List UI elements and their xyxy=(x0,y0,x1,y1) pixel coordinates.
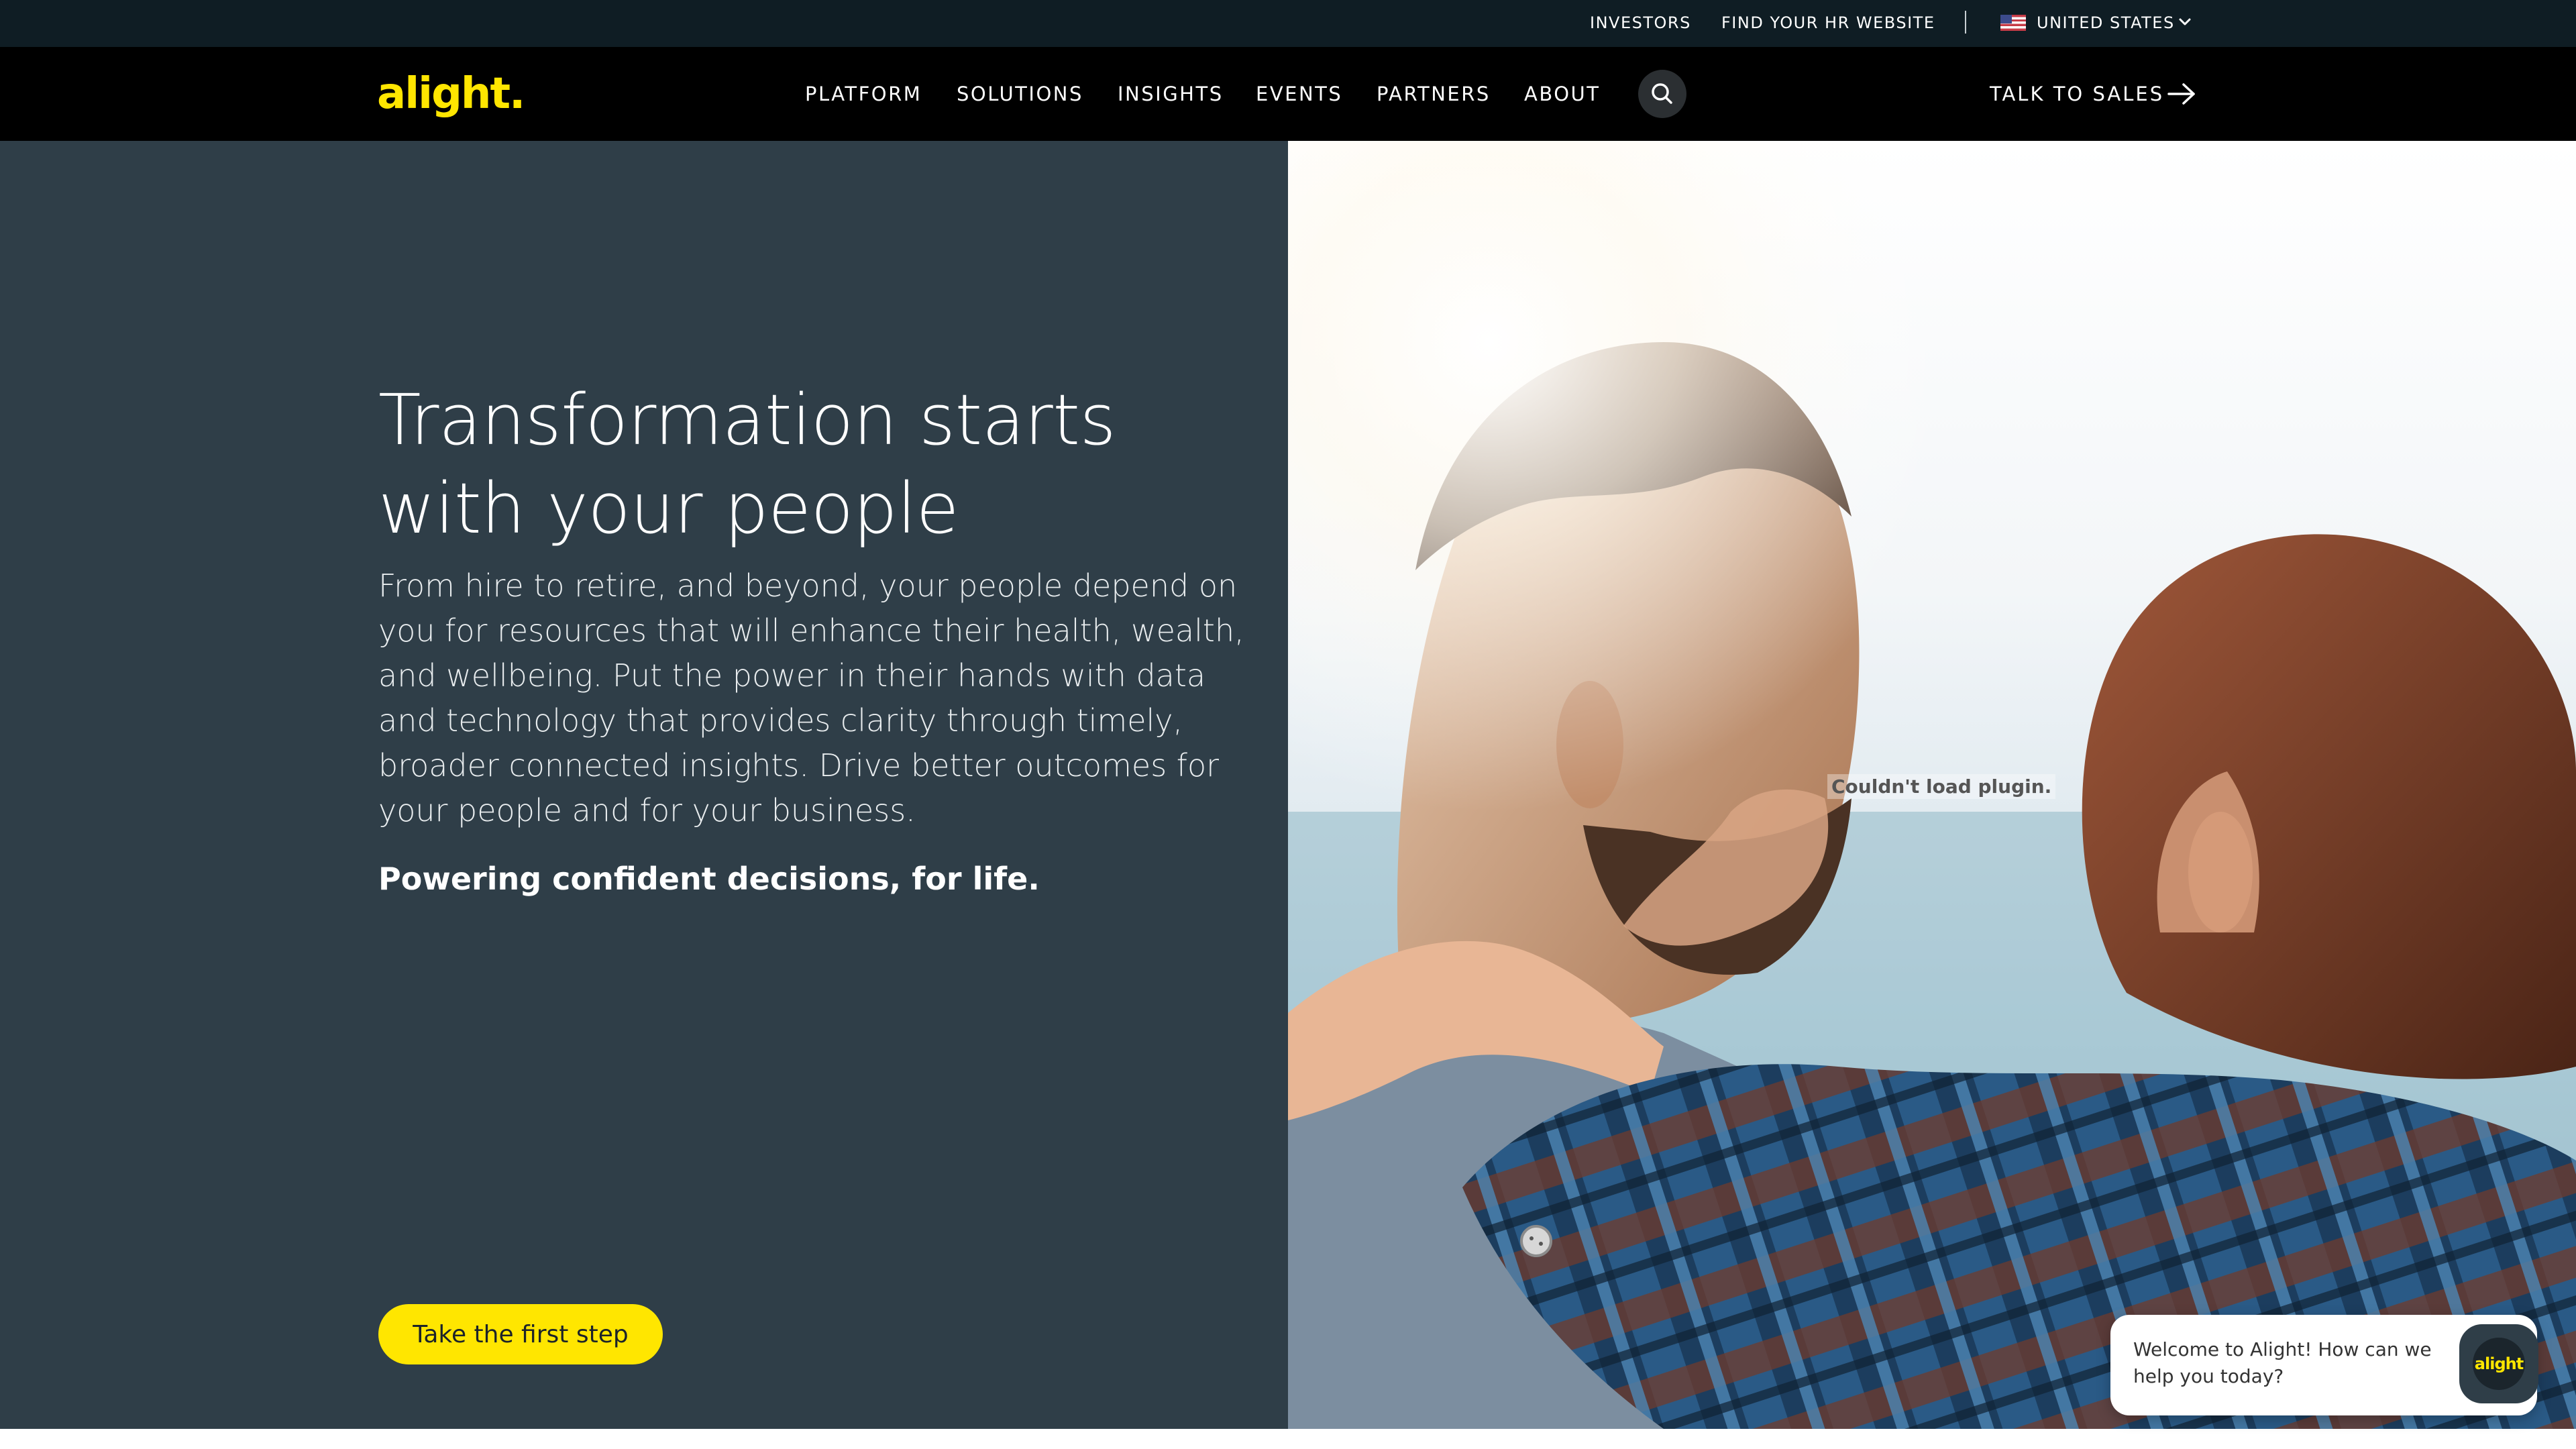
hero-title-line-1: Transformation starts xyxy=(378,379,1116,461)
utility-separator xyxy=(1965,11,1966,34)
chat-launcher-button[interactable]: alight xyxy=(2459,1324,2538,1403)
chevron-down-icon[interactable] xyxy=(2176,13,2194,31)
logo-text: alight. xyxy=(377,69,525,119)
find-hr-website-link[interactable]: FIND YOUR HR WEBSITE xyxy=(1721,12,1935,34)
chat-avatar-logo: alight xyxy=(2473,1338,2525,1390)
nav-item-solutions[interactable]: SOLUTIONS xyxy=(957,80,1083,107)
nav-item-events[interactable]: EVENTS xyxy=(1256,80,1342,107)
hero-body-text: From hire to retire, and beyond, your pe… xyxy=(378,568,1244,828)
hero-title-line-2: with your people xyxy=(378,468,959,549)
investors-link[interactable]: INVESTORS xyxy=(1590,12,1691,34)
hero-title: Transformation starts with your people xyxy=(378,376,1210,553)
main-nav: alight. PLATFORM SOLUTIONS INSIGHTS EVEN… xyxy=(0,47,2576,141)
take-first-step-button[interactable]: Take the first step xyxy=(378,1304,663,1364)
nav-item-partners[interactable]: PARTNERS xyxy=(1377,80,1491,107)
country-selector[interactable]: UNITED STATES xyxy=(2037,12,2175,34)
hero-tagline: Powering confident decisions, for life. xyxy=(378,861,1040,897)
arrow-right-icon[interactable] xyxy=(2167,79,2198,109)
chat-widget[interactable]: Welcome to Alight! How can we help you t… xyxy=(2110,1315,2538,1415)
nav-item-platform[interactable]: PLATFORM xyxy=(805,80,922,107)
nav-item-about[interactable]: ABOUT xyxy=(1524,80,1601,107)
hero-image: Couldn't load plugin. xyxy=(1288,141,2576,1429)
us-flag-icon xyxy=(2000,15,2026,31)
alight-logo[interactable]: alight. xyxy=(377,67,525,121)
nav-item-insights[interactable]: INSIGHTS xyxy=(1118,80,1224,107)
search-button[interactable] xyxy=(1638,70,1686,118)
search-icon xyxy=(1652,83,1672,104)
chat-greeting: Welcome to Alight! How can we help you t… xyxy=(2133,1338,2432,1387)
talk-to-sales-link[interactable]: TALK TO SALES xyxy=(1990,80,2164,107)
plugin-error-message: Couldn't load plugin. xyxy=(1827,774,2056,799)
utility-bar: INVESTORS FIND YOUR HR WEBSITE UNITED ST… xyxy=(0,0,2576,47)
